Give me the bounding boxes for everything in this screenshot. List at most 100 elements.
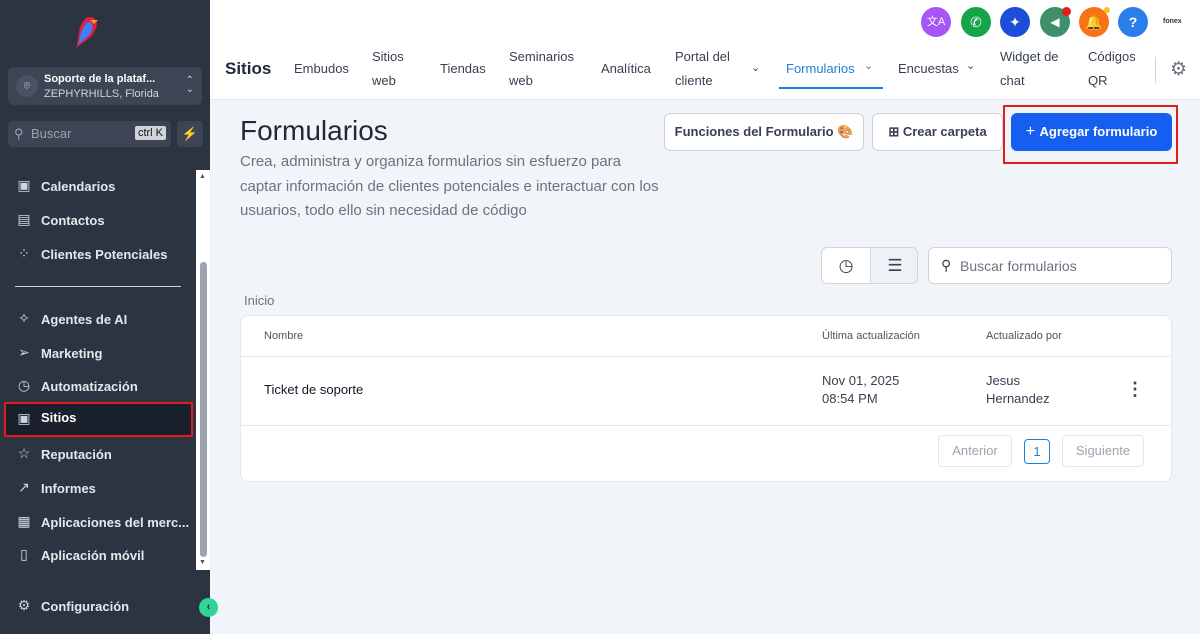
account-logo[interactable]: fonex <box>1163 18 1182 25</box>
sidebar-item-agentes-ai[interactable]: ✧ Agentes de AI <box>0 304 194 334</box>
form-name[interactable]: Ticket de soporte <box>264 381 363 399</box>
sidebar-item-aplicaciones[interactable]: ▦ Aplicaciones del merc... <box>0 507 194 537</box>
location-sub: ZEPHYRHILLS, Florida <box>44 88 159 100</box>
section-title: Sitios <box>225 59 272 78</box>
location-name: Soporte de la plataf... <box>44 73 156 85</box>
forms-table: Nombre Última actualización Actualizado … <box>240 315 1172 482</box>
sidebar-item-calendarios[interactable]: ▣ Calendarios <box>0 171 194 201</box>
column-header-updated[interactable]: Última actualización <box>822 330 920 342</box>
sidebar-item-informes[interactable]: ↗ Informes <box>0 473 194 503</box>
scroll-up-icon[interactable]: ▲ <box>199 173 206 180</box>
create-folder-button[interactable]: ⊞ Crear carpeta <box>872 113 1003 151</box>
updated-date: Nov 01, 2025 08:54 PM <box>822 372 899 408</box>
brand-logo <box>76 17 98 48</box>
scrollbar-thumb[interactable] <box>200 262 207 557</box>
sidebar-item-configuracion[interactable]: ⚙ Configuración <box>0 591 194 621</box>
tab-tiendas[interactable]: Tiendas <box>440 57 486 81</box>
tab-formularios[interactable]: Formularios <box>786 57 855 81</box>
clock-icon[interactable]: ◷ <box>822 248 870 283</box>
tab-embudos[interactable]: Embudos <box>294 57 349 81</box>
tab-encuestas[interactable]: Encuestas <box>898 57 959 81</box>
create-folder-label: Crear carpeta <box>902 124 987 139</box>
gear-icon: ⚙ <box>17 597 31 613</box>
mobile-icon: ▯ <box>20 546 28 562</box>
search-placeholder: Buscar <box>31 126 72 141</box>
form-features-button[interactable]: Funciones del Formulario 🎨 <box>664 113 864 151</box>
collapse-sidebar-button[interactable]: ‹ <box>199 598 218 617</box>
trend-icon: ↗ <box>18 479 30 495</box>
sidebar-item-label: Aplicaciones del merc... <box>41 515 190 530</box>
column-header-name: Nombre <box>264 330 304 342</box>
sidebar-item-label: Calendarios <box>41 179 116 194</box>
page-description: Crea, administra y organiza formularios … <box>240 153 659 219</box>
sidebar-item-marketing[interactable]: ➢ Marketing <box>0 338 194 368</box>
star-icon: ☆ <box>17 445 31 461</box>
chevron-down-icon[interactable]: ⌄ <box>864 59 873 72</box>
table-row[interactable]: Ticket de soporte Nov 01, 2025 08:54 PM J… <box>241 357 1171 425</box>
tab-codigos-qr[interactable]: Códigos QR <box>1088 45 1144 93</box>
sidebar-search[interactable]: ⚲ Buscar ctrl K <box>8 121 171 147</box>
forms-search-input[interactable]: ⚲ Buscar formularios <box>928 247 1172 284</box>
page-title: Formularios <box>240 115 388 146</box>
grid-icon: ▦ <box>17 513 31 529</box>
last-name: Hernandez <box>986 391 1050 406</box>
sidebar-item-label: Automatización <box>41 379 138 394</box>
list-icon[interactable]: ☰ <box>870 248 917 283</box>
tab-seminarios-web[interactable]: Seminarios web <box>509 45 589 93</box>
help-icon[interactable]: ? <box>1118 7 1148 37</box>
sidebar-item-label: Sitios <box>41 410 77 425</box>
phone-icon[interactable]: ✆ <box>961 7 991 37</box>
sidebar-divider <box>15 286 181 287</box>
more-options-icon[interactable]: ⋮ <box>1126 379 1144 400</box>
sidebar-item-automatizacion[interactable]: ◷ Automatización <box>0 371 194 401</box>
tab-analitica[interactable]: Analítica <box>601 57 651 81</box>
divider <box>241 425 1171 426</box>
tab-portal-cliente[interactable]: Portal del cliente <box>675 45 741 93</box>
automation-icon: ◷ <box>17 377 31 393</box>
translate-icon[interactable]: 文A <box>921 7 951 37</box>
sidebar-item-contactos[interactable]: ▤ Contactos <box>0 205 194 235</box>
send-icon: ➢ <box>18 344 30 360</box>
updated-by: Jesus Hernandez <box>986 372 1050 408</box>
bell-icon[interactable]: 🔔 <box>1079 7 1110 37</box>
tab-sitios-web[interactable]: Sitios web <box>372 45 422 93</box>
search-icon: ⚲ <box>941 257 952 273</box>
shortcut-badge: ctrl K <box>134 126 166 140</box>
chevron-down-icon[interactable]: ⌄ <box>966 59 975 72</box>
gear-icon[interactable]: ⚙ <box>1170 58 1187 81</box>
contacts-icon: ▤ <box>17 211 31 227</box>
megaphone-icon[interactable]: ◀ <box>1040 7 1071 37</box>
prev-page-button[interactable]: Anterior <box>938 435 1012 467</box>
sidebar-item-app-movil[interactable]: ▯ Aplicación móvil <box>0 540 194 570</box>
sidebar-item-reputacion[interactable]: ☆ Reputación <box>0 439 194 469</box>
column-header-updated-by: Actualizado por <box>986 330 1062 342</box>
active-tab-indicator <box>779 87 883 89</box>
view-toggle: ◷ ☰ <box>821 247 918 284</box>
tab-widget-chat[interactable]: Widget de chat <box>1000 45 1066 93</box>
location-switcher[interactable]: ⌾ Soporte de la plataf... ZEPHYRHILLS, F… <box>8 67 202 105</box>
sidebar-item-label: Reputación <box>41 447 112 462</box>
sidebar: ⌾ Soporte de la plataf... ZEPHYRHILLS, F… <box>0 0 210 634</box>
chevron-updown-icon: ⌃ ⌄ <box>185 75 194 95</box>
header-divider <box>1155 57 1156 83</box>
leads-icon: ⁘ <box>18 245 30 261</box>
next-page-button[interactable]: Siguiente <box>1062 435 1144 467</box>
sidebar-item-label: Contactos <box>41 213 105 228</box>
scroll-down-icon[interactable]: ▼ <box>199 559 206 566</box>
quick-action-bolt-icon[interactable]: ⚡ <box>177 121 203 147</box>
time: 08:54 PM <box>822 391 878 406</box>
date: Nov 01, 2025 <box>822 373 900 388</box>
sidebar-item-clientes[interactable]: ⁘ Clientes Potenciales <box>0 239 194 269</box>
sidebar-item-label: Clientes Potenciales <box>41 247 168 262</box>
page-1-button[interactable]: 1 <box>1024 439 1050 464</box>
sidebar-item-label: Configuración <box>41 599 130 614</box>
sparkle-icon[interactable]: ✦ <box>1000 7 1030 37</box>
sidebar-item-label: Agentes de AI <box>41 312 128 327</box>
site-icon: ▣ <box>17 410 31 426</box>
breadcrumb[interactable]: Inicio <box>244 293 274 308</box>
folder-plus-icon: ⊞ <box>888 124 903 139</box>
search-icon: ⚲ <box>14 126 24 141</box>
chevron-down-icon[interactable]: ⌄ <box>751 61 760 74</box>
sidebar-item-label: Marketing <box>41 346 103 361</box>
sidebar-item-sitios[interactable]: ▣ Sitios <box>4 402 193 437</box>
